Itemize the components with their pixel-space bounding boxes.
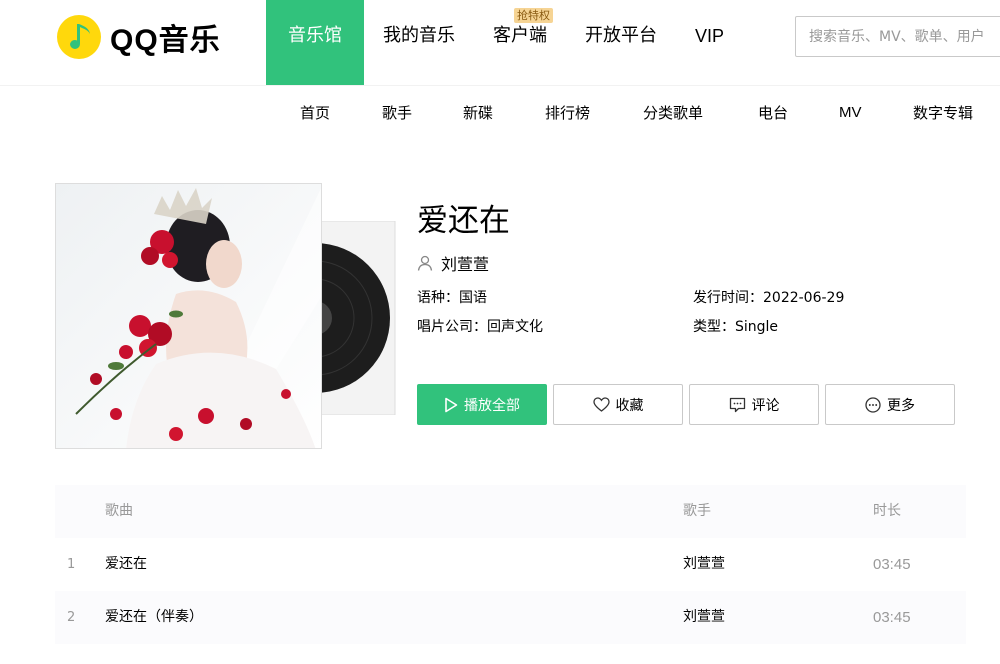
heart-icon: [592, 397, 610, 412]
album-singer[interactable]: 刘萱萱: [417, 250, 489, 276]
song-row[interactable]: 1 爱还在 刘萱萱 03:45: [55, 538, 966, 591]
album-cover-image[interactable]: [55, 183, 322, 449]
privilege-badge: 抢特权: [514, 8, 553, 23]
qq-music-logo-icon: [57, 15, 101, 59]
type-label: 类型：: [693, 319, 735, 335]
meta-language: 语种：国语: [417, 287, 487, 309]
subnav-mv[interactable]: MV: [839, 100, 862, 126]
meta-release-date: 发行时间：2022-06-29: [693, 287, 844, 309]
song-title[interactable]: 爱还在（伴奏）: [105, 591, 203, 644]
nav-open-platform[interactable]: 开放平台: [566, 0, 676, 85]
qq-music-logo[interactable]: QQ音乐: [56, 13, 221, 61]
collect-button[interactable]: 收藏: [553, 384, 683, 425]
company-label: 唱片公司：: [417, 319, 487, 335]
album-title: 爱还在: [417, 203, 510, 239]
language-label: 语种：: [417, 290, 459, 306]
logo-text: QQ音乐: [110, 24, 221, 57]
play-all-button[interactable]: 播放全部: [417, 384, 547, 425]
more-label: 更多: [887, 397, 915, 414]
header-duration: 时长: [873, 503, 901, 519]
song-duration: 03:45: [873, 609, 911, 626]
nav-my-music[interactable]: 我的音乐: [364, 0, 474, 85]
song-singer[interactable]: 刘萱萱: [683, 591, 725, 644]
header-singer: 歌手: [683, 503, 711, 519]
play-all-label: 播放全部: [464, 397, 520, 414]
subnav-radio[interactable]: 电台: [758, 100, 788, 126]
subnav-singers[interactable]: 歌手: [382, 100, 412, 126]
song-duration: 03:45: [873, 556, 911, 573]
subnav-home[interactable]: 首页: [300, 100, 330, 126]
meta-type: 类型：Single: [693, 316, 778, 338]
song-index: 2: [67, 610, 76, 625]
header-song: 歌曲: [105, 503, 133, 519]
album-cover-art: [56, 184, 321, 448]
search-input[interactable]: [796, 17, 1000, 56]
nav-client[interactable]: 客户端 抢特权: [474, 0, 566, 85]
more-button[interactable]: 更多: [825, 384, 955, 425]
subnav-categories[interactable]: 分类歌单: [643, 100, 703, 126]
more-icon: [865, 396, 881, 413]
play-icon: [445, 397, 458, 412]
song-list-table: 歌曲 歌手 时长 1 爱还在 刘萱萱 03:45 2 爱还在（伴奏） 刘萱萱 0…: [55, 485, 966, 644]
user-icon: [417, 255, 433, 271]
search-box: [795, 16, 1000, 57]
nav-vip[interactable]: VIP: [676, 0, 743, 85]
sub-nav: 首页 歌手 新碟 排行榜 分类歌单 电台 MV 数字专辑: [0, 100, 1000, 126]
release-value: 2022-06-29: [763, 290, 845, 306]
top-header: QQ音乐 音乐馆 我的音乐 客户端 抢特权 开放平台 VIP: [0, 0, 1000, 86]
nav-client-label: 客户端: [493, 25, 547, 46]
company-value[interactable]: 回声文化: [487, 319, 543, 335]
comment-label: 评论: [751, 397, 780, 414]
subnav-new-albums[interactable]: 新碟: [463, 100, 493, 126]
nav-music-hall[interactable]: 音乐馆: [266, 0, 364, 85]
subnav-digital-albums[interactable]: 数字专辑: [913, 100, 973, 126]
album-cover-area: [55, 183, 396, 451]
meta-company: 唱片公司：回声文化: [417, 316, 543, 338]
type-value: Single: [735, 319, 779, 335]
song-index: 1: [67, 557, 76, 572]
collect-label: 收藏: [615, 397, 644, 414]
song-list-header: 歌曲 歌手 时长: [55, 485, 966, 538]
singer-name: 刘萱萱: [441, 255, 490, 274]
subnav-charts[interactable]: 排行榜: [545, 100, 590, 126]
song-row[interactable]: 2 爱还在（伴奏） 刘萱萱 03:45: [55, 591, 966, 644]
top-nav: 音乐馆 我的音乐 客户端 抢特权 开放平台 VIP: [266, 0, 743, 85]
song-singer[interactable]: 刘萱萱: [683, 538, 725, 591]
comment-icon: [729, 397, 745, 412]
release-label: 发行时间：: [693, 290, 763, 306]
song-title[interactable]: 爱还在: [105, 538, 147, 591]
language-value: 国语: [459, 290, 487, 306]
comment-button[interactable]: 评论: [689, 384, 819, 425]
